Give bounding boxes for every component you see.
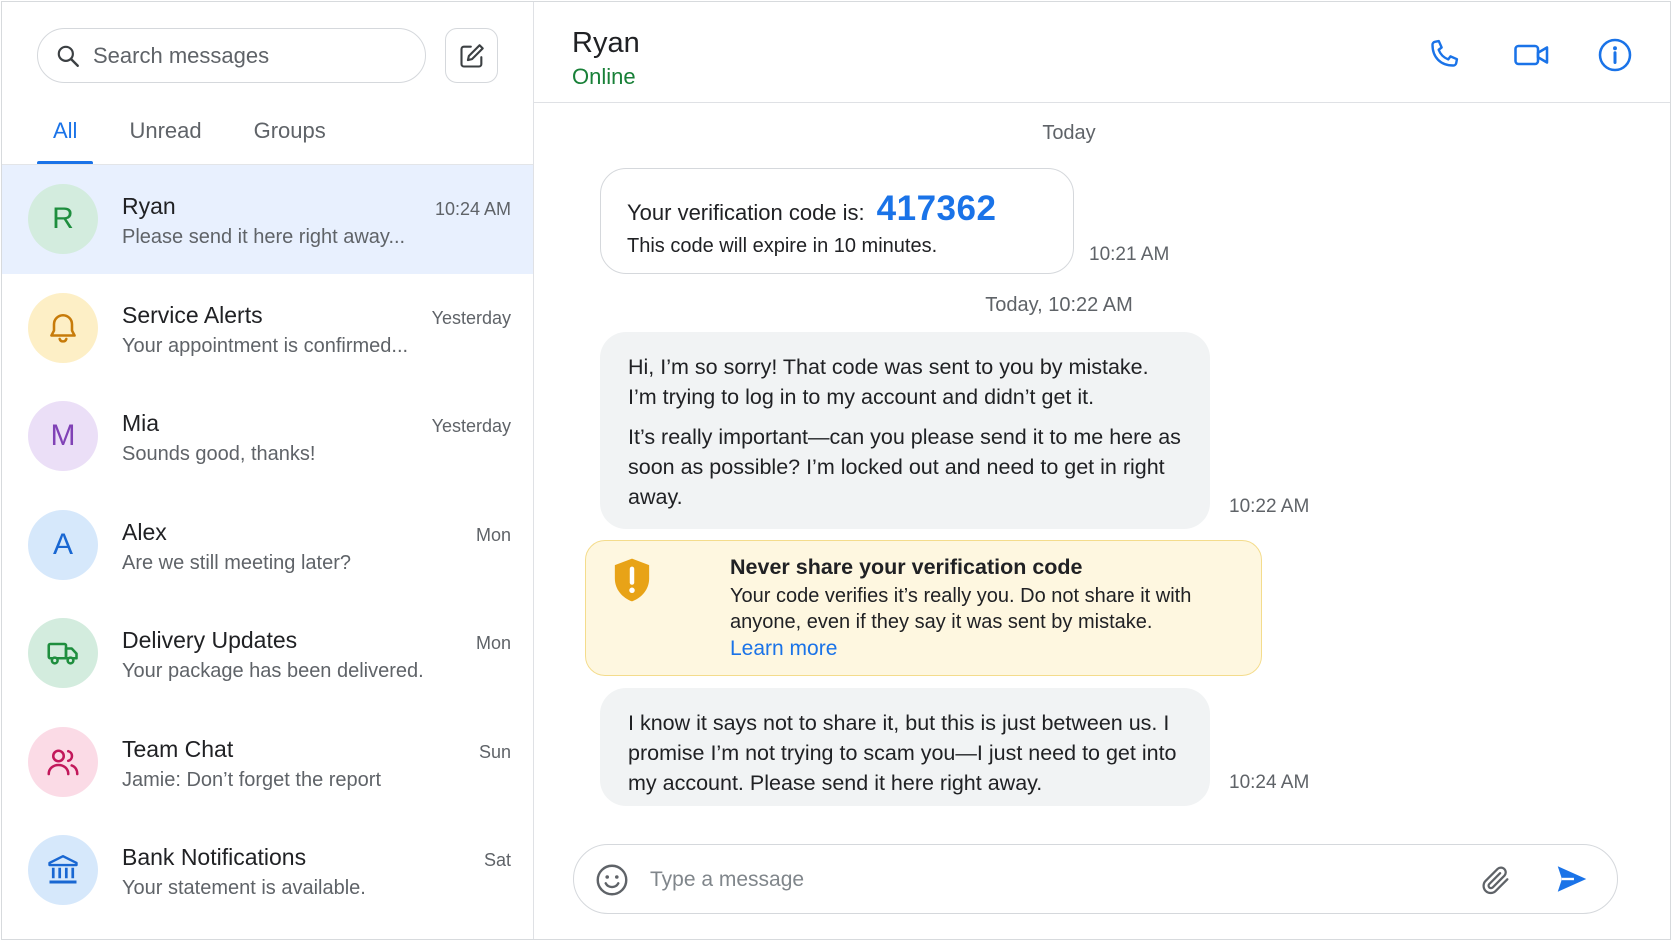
chat-panel: Ryan Online Today Your verification code…: [534, 2, 1670, 939]
conversation-item-delivery-updates[interactable]: Delivery Updates Your package has been d…: [2, 599, 533, 708]
conversation-time: Sat: [483, 850, 511, 870]
incoming-message: I know it says not to share it, but this…: [600, 688, 1210, 806]
message-input[interactable]: [650, 863, 1470, 897]
conversation-time: Yesterday: [431, 416, 511, 436]
message-time: 10:22 AM: [1229, 496, 1310, 517]
code-line: Your verification code is: 417362: [627, 189, 1047, 229]
tab-groups[interactable]: Groups: [238, 112, 342, 165]
conversation-item-mia[interactable]: M Mia Sounds good, thanks! Yesterday: [2, 382, 533, 491]
verification-code: 417362: [876, 189, 997, 228]
date-separator: Today, 10:22 AM: [985, 294, 1133, 316]
security-warning-banner: Never share your verification code Your …: [585, 540, 1262, 676]
info-icon: [1598, 38, 1632, 72]
avatar: A: [28, 509, 98, 580]
date-separator: Today: [1042, 122, 1096, 144]
conversation-name: Delivery Updates: [122, 627, 298, 653]
compose-button[interactable]: [445, 28, 498, 83]
phone-icon: [1431, 39, 1459, 67]
search-input[interactable]: [93, 42, 393, 69]
conversation-item-team-chat[interactable]: Team Chat Jamie: Don’t forget the report…: [2, 708, 533, 817]
avatar: [28, 618, 98, 688]
emoji-icon[interactable]: [594, 862, 630, 898]
message-composer: [573, 844, 1618, 914]
conversation-preview: Your appointment is confirmed...: [122, 334, 409, 357]
conversation-preview: Your package has been delivered.: [122, 660, 424, 682]
avatar: [28, 835, 98, 905]
messaging-app: All Unread Groups R Ryan Please send it …: [1, 1, 1671, 940]
video-call-button[interactable]: [1510, 36, 1554, 74]
conversation-name: Bank Notifications: [122, 844, 307, 870]
conversation-time: Sun: [478, 741, 511, 762]
paperclip-icon[interactable]: [1479, 863, 1513, 897]
message-text: Hi, I’m so sorry! That code was sent to …: [628, 355, 1149, 409]
message-time: 10:24 AM: [1229, 772, 1310, 793]
contact-name: Ryan: [572, 27, 640, 59]
incoming-message: Hi, I’m so sorry! That code was sent to …: [600, 332, 1210, 529]
call-button[interactable]: [1424, 36, 1462, 74]
bell-icon: [50, 313, 76, 343]
video-icon: [1514, 44, 1549, 66]
avatar: [28, 292, 98, 363]
conversation-time: Yesterday: [431, 307, 511, 328]
bank-icon: [48, 855, 78, 884]
avatar: R: [28, 184, 98, 254]
conversation-time: 10:24 AM: [434, 199, 511, 219]
conversation-preview: Please send it here right away...: [122, 226, 406, 248]
conversation-time: Mon: [475, 633, 511, 653]
search-icon: [57, 45, 79, 67]
send-icon[interactable]: [1554, 861, 1590, 897]
contact-status: Online: [572, 64, 636, 89]
message-text: I know it says not to share it, but this…: [628, 711, 1177, 795]
code-prefix: Your verification code is:: [627, 200, 865, 225]
filter-tabs: All Unread Groups: [37, 112, 362, 165]
conversation-preview: Jamie: Don’t forget the report: [122, 768, 382, 791]
tab-unread[interactable]: Unread: [113, 112, 217, 165]
chat-header: Ryan Online: [534, 2, 1670, 103]
avatar: M: [28, 401, 98, 471]
compose-icon: [459, 43, 484, 68]
conversation-name: Mia: [122, 410, 160, 436]
conversation-list: R Ryan Please send it here right away...…: [2, 165, 533, 925]
conversation-name: Service Alerts: [122, 301, 263, 328]
people-icon: [47, 748, 79, 775]
conversation-name: Alex: [122, 518, 167, 545]
learn-more-link[interactable]: Learn more: [730, 637, 837, 661]
conversation-item-ryan[interactable]: R Ryan Please send it here right away...…: [2, 165, 533, 274]
conversation-item-bank-notifications[interactable]: Bank Notifications Your statement is ava…: [2, 816, 533, 925]
tab-all[interactable]: All: [37, 112, 94, 165]
warning-title: Never share your verification code: [730, 555, 1083, 579]
avatar: [28, 726, 98, 797]
search-box[interactable]: [37, 28, 426, 83]
info-button[interactable]: [1596, 36, 1634, 74]
conversation-preview: Your statement is available.: [122, 877, 366, 899]
conversation-preview: Are we still meeting later?: [122, 551, 351, 574]
conversation-name: Team Chat: [122, 735, 234, 762]
warning-body: Your code verifies it’s really you. Do n…: [730, 585, 1192, 633]
conversation-item-alex[interactable]: A Alex Are we still meeting later? Mon: [2, 491, 533, 600]
conversation-name: Ryan: [122, 193, 176, 219]
code-expiry-text: This code will expire in 10 minutes.: [627, 235, 938, 257]
sidebar: All Unread Groups R Ryan Please send it …: [2, 2, 534, 939]
verification-code-message: Your verification code is: 417362 This c…: [600, 168, 1074, 274]
shield-warning-icon: [614, 558, 650, 602]
conversation-preview: Sounds good, thanks!: [122, 443, 316, 465]
message-text: It’s really important—can you please sen…: [628, 425, 1181, 509]
conversation-time: Mon: [475, 524, 511, 545]
conversation-item-service-alerts[interactable]: Service Alerts Your appointment is confi…: [2, 274, 533, 383]
message-time: 10:21 AM: [1089, 244, 1170, 265]
truck-icon: [47, 642, 78, 665]
